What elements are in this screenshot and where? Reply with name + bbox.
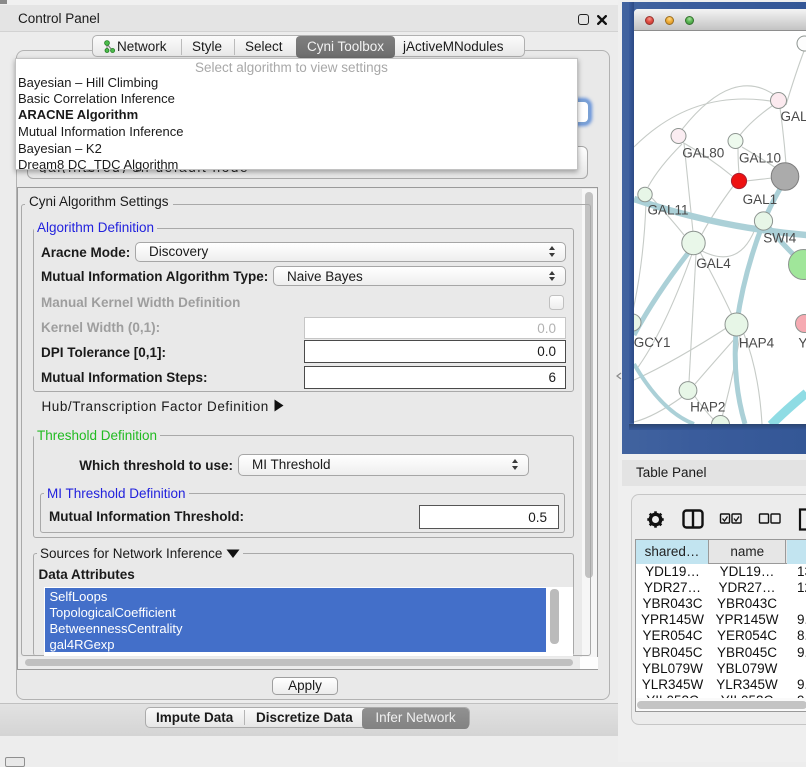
svg-text:HAP2: HAP2 [690, 399, 725, 414]
svg-text:GAL80: GAL80 [682, 145, 724, 160]
svg-text:GCY1: GCY1 [634, 335, 670, 350]
svg-text:GAL1: GAL1 [742, 192, 777, 207]
svg-text:GAL11: GAL11 [647, 202, 688, 217]
svg-text:HAP4: HAP4 [738, 335, 774, 350]
svg-text:SWI4: SWI4 [763, 230, 796, 245]
svg-text:GAL10: GAL10 [738, 150, 780, 165]
svg-text:GAL4: GAL4 [696, 256, 731, 271]
svg-text:GAL7: GAL7 [780, 109, 806, 124]
svg-text:YM: YM [798, 335, 806, 350]
